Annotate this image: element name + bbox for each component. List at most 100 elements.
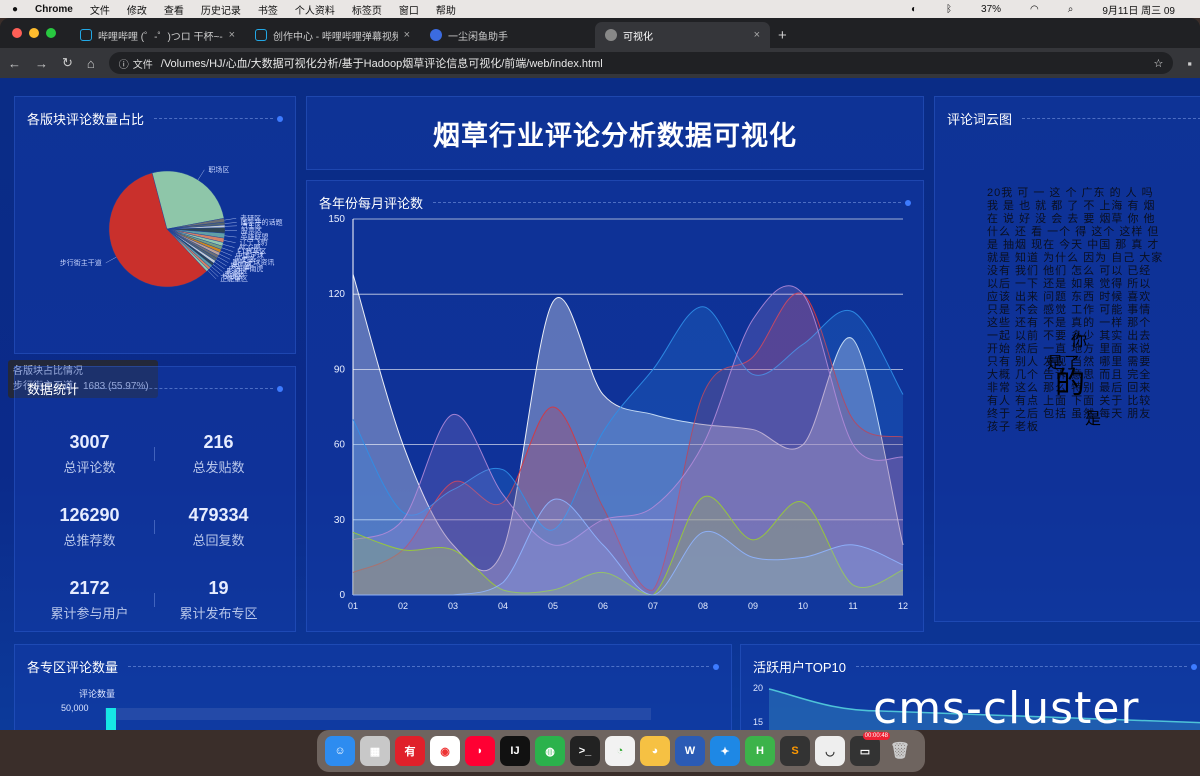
wechat-status-icon[interactable]: ◐ (911, 4, 917, 15)
page-title: 烟草行业评论分析数据可视化 (433, 120, 797, 151)
x-tick-label: 07 (648, 601, 658, 611)
menu-edit[interactable]: 修改 (127, 2, 147, 17)
wechat-icon[interactable]: ◍ (535, 736, 565, 766)
pie-panel: 各版块评论数量占比 步行街主干道 职场区 考研区 国乎乎的话题 汽车区 股票区 英雄联盟 辽宁… (14, 96, 296, 354)
close-window-button[interactable] (12, 28, 22, 38)
battery-label[interactable]: 37% (981, 4, 1001, 15)
tab-visualization[interactable]: 可视化 × (595, 22, 770, 48)
pie-chart[interactable]: 步行街主干道职场区考研区国乎乎的话题汽车区股票区英雄联盟辽宁飞豹ACG圈F1赛车… (15, 117, 296, 354)
x-tick-label: 01 (348, 601, 358, 611)
menu-bookmarks[interactable]: 书签 (258, 2, 278, 17)
x-tick-label: 11 (848, 601, 857, 611)
bilibili-icon (255, 29, 267, 41)
address-bar[interactable]: ⓘ 文件 /Volumes/HJ/心血/大数据可视化分析/基于Hadoop烟草评论… (108, 52, 1174, 74)
screen-recorder-icon[interactable]: ▭ 00:00:48 (850, 732, 890, 766)
pie-label-line (224, 218, 237, 221)
bar-legend-label: 评论数量 (79, 689, 116, 699)
bar-mark[interactable] (106, 708, 116, 730)
tab-title: 创作中心 - 哔哩哔哩弹幕视频网 (273, 31, 398, 43)
stats-panel-title: 数据统计 (27, 382, 80, 397)
pie-label-line (223, 240, 236, 243)
trash-icon[interactable]: 🗑 (885, 736, 915, 766)
globe-icon (605, 29, 617, 41)
pie-label-line (214, 261, 225, 270)
pie-label-line (224, 222, 237, 224)
close-tab-icon[interactable]: × (404, 29, 410, 41)
finder-icon[interactable]: ☺ (325, 736, 355, 766)
stat-value: 2172 (69, 577, 110, 598)
intellij-icon[interactable]: IJ (500, 736, 530, 766)
zoom-window-button[interactable] (46, 28, 56, 38)
menu-history[interactable]: 历史记录 (201, 2, 241, 17)
wifi-icon[interactable]: ◠ (1030, 4, 1039, 15)
word-icon[interactable]: W (675, 736, 705, 766)
stats-row: 2172 累计参与用户 19 累计发布专区 (25, 563, 283, 631)
menu-view[interactable]: 查看 (164, 2, 184, 17)
info-icon: ⓘ (118, 59, 129, 71)
stats-panel-header: 数据统计 (27, 379, 283, 398)
app-chat-icon[interactable]: ◡ (815, 736, 845, 766)
youdao-icon[interactable]: 有 (395, 736, 425, 766)
stat-total-users: 2172 累计参与用户 (25, 578, 154, 622)
terminal-icon[interactable]: >_ (570, 736, 600, 766)
watermark-text: cms-cluster (873, 683, 1140, 734)
word-cloud-mid-word: 是 (1085, 411, 1103, 428)
y-tick-label: 120 (328, 289, 345, 300)
launchpad-icon[interactable]: ▦ (360, 736, 390, 766)
url-text[interactable]: /Volumes/HJ/心血/大数据可视化分析/基于Hadoop烟草评论信息可视… (161, 55, 603, 71)
search-icon[interactable]: ⌕ (1068, 4, 1074, 15)
tab-bilibili[interactable]: 哔哩哔哩 (゜-゜)つロ 干杯~-bi × (70, 22, 245, 48)
stat-total-replies: 479334 总回复数 (154, 505, 283, 549)
menu-profile[interactable]: 个人资料 (295, 2, 335, 17)
x-tick-label: 04 (498, 601, 508, 611)
window-controls (12, 28, 56, 38)
stat-total-recommends: 126290 总推荐数 (25, 505, 154, 549)
pie-label-line (224, 235, 237, 238)
area-chart[interactable]: 0 30 60 90 120 150 01 02 03 04 05 06 07 08 09 10 11 12 (307, 211, 924, 631)
close-tab-icon[interactable]: × (229, 29, 235, 41)
back-icon[interactable]: ← (8, 56, 21, 71)
app-yellow-icon[interactable]: ◕ (640, 736, 670, 766)
safari-icon[interactable]: ✦ (710, 736, 740, 766)
stat-total-zones: 19 累计发布专区 (154, 578, 283, 622)
pie-label-line (220, 250, 232, 256)
y-tick-label: 90 (334, 364, 346, 375)
tab-bar: 哔哩哔哩 (゜-゜)つロ 干杯~-bi × 创作中心 - 哔哩哔哩弹幕视频网 ×… (0, 18, 1200, 48)
pie-label-line (211, 266, 221, 275)
x-tick-label: 05 (548, 601, 558, 611)
bluetooth-icon[interactable]: ᛒ (946, 4, 952, 15)
y-tick-label: 60 (334, 440, 346, 451)
menu-window[interactable]: 窗口 (399, 2, 419, 17)
word-cloud-mid-word: 你 (1071, 333, 1089, 350)
stat-label: 累计参与用户 (50, 605, 129, 621)
chrome-icon[interactable]: ◉ (430, 736, 460, 766)
apple-menu-icon[interactable]: ● (12, 4, 18, 15)
stats-grid: 3007 总评论数 216 总发贴数 126290 总推荐数 479334 总回复数 2… (25, 417, 283, 631)
stat-label: 总回复数 (192, 532, 245, 548)
menu-tabs[interactable]: 标签页 (352, 2, 382, 17)
sublime-icon[interactable]: S (780, 736, 810, 766)
hbuilder-icon[interactable]: H (745, 736, 775, 766)
extension-icon[interactable]: ▪ (1187, 56, 1192, 71)
close-tab-icon[interactable]: × (754, 29, 760, 41)
clock-label[interactable]: 9月11日 周三 09 (1102, 2, 1175, 17)
home-icon[interactable]: ⌂ (87, 56, 95, 71)
tab-creator-center[interactable]: 创作中心 - 哔哩哔哩弹幕视频网 × (245, 22, 420, 48)
forward-icon[interactable]: → (35, 56, 48, 71)
menu-file[interactable]: 文件 (90, 2, 110, 17)
menu-chrome[interactable]: Chrome (35, 4, 73, 15)
bar-y-tick: 50,000 (61, 703, 89, 713)
menu-help[interactable]: 帮助 (436, 2, 456, 17)
site-info-chip[interactable]: ⓘ 文件 (119, 56, 153, 71)
bookmark-star-icon[interactable]: ☆ (1154, 57, 1164, 70)
stats-panel: 数据统计 3007 总评论数 216 总发贴数 126290 总推荐数 479334 总… (14, 366, 296, 632)
reload-icon[interactable]: ↻ (62, 55, 73, 71)
app-red-icon[interactable]: ◗ (465, 736, 495, 766)
minimize-window-button[interactable] (29, 28, 39, 38)
new-tab-button[interactable]: + (778, 27, 787, 44)
app-green-icon[interactable]: ◔ (605, 736, 635, 766)
pie-label-line (216, 259, 227, 267)
stat-label: 累计发布专区 (179, 605, 258, 621)
tab-xianyu-helper[interactable]: 一尘闲鱼助手 (420, 22, 595, 48)
pie-label: 正能量区 (220, 274, 248, 283)
